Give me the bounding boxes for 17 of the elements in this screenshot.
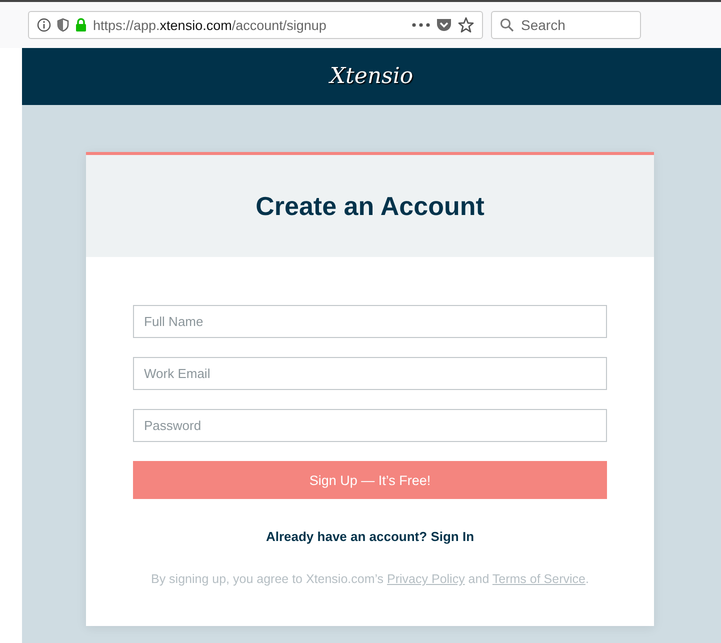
search-field[interactable]: Search bbox=[491, 11, 641, 39]
lock-icon[interactable] bbox=[75, 18, 87, 32]
signin-link[interactable]: Already have an account? Sign In bbox=[266, 529, 474, 544]
star-icon[interactable] bbox=[458, 17, 474, 33]
legal-text: By signing up, you agree to Xtensio.com’s Privacy Policy and Terms of Service. bbox=[150, 572, 590, 586]
info-icon[interactable] bbox=[37, 18, 51, 32]
pocket-icon[interactable] bbox=[436, 18, 452, 32]
input-field[interactable]: Full Name bbox=[133, 305, 607, 338]
url-text[interactable]: https://app.xtensio.com/account/signup bbox=[93, 18, 406, 32]
address-bar[interactable]: https://app.xtensio.com/account/signup bbox=[28, 11, 483, 39]
search-icon bbox=[500, 18, 514, 32]
input-field[interactable]: Password bbox=[133, 409, 607, 442]
more-icon[interactable] bbox=[412, 23, 430, 27]
shield-icon[interactable] bbox=[57, 18, 69, 32]
form-title: Create an Account bbox=[256, 190, 484, 222]
logo[interactable]: Xtensio bbox=[330, 64, 414, 89]
input-field[interactable]: Work Email bbox=[133, 357, 607, 390]
